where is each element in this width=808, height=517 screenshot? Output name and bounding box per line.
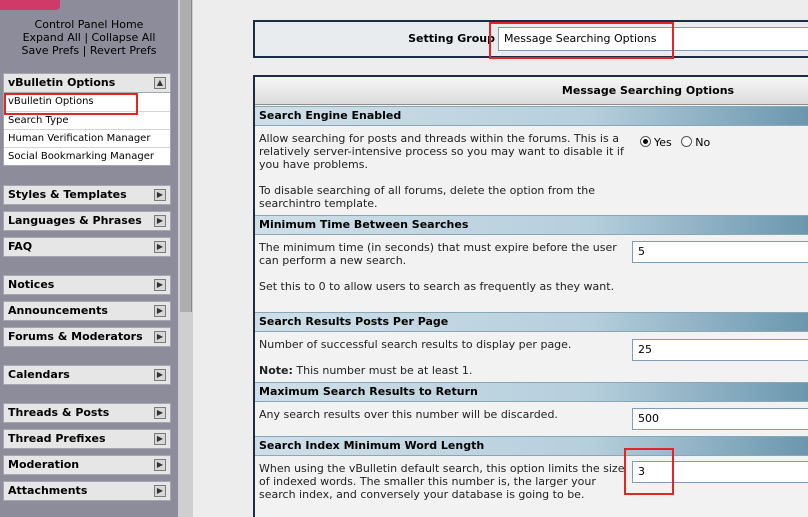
expand-arrow-icon[interactable]: ▶ [154, 241, 166, 253]
collapse-arrow-icon[interactable]: ▲ [154, 77, 166, 89]
nav-group-thread-prefixes[interactable]: Thread Prefixes ▶ [3, 429, 171, 449]
description-text: To disable searching of all forums, dele… [259, 184, 596, 210]
nav-group-title: vBulletin Options [8, 76, 116, 89]
nav-group-title: Attachments [8, 484, 88, 497]
expand-arrow-icon[interactable]: ▶ [154, 369, 166, 381]
options-table-title: Message Searching Options [255, 77, 808, 105]
results-per-page-input[interactable]: 25 [632, 339, 808, 361]
radio-yes[interactable] [640, 136, 651, 147]
nav-group-vbulletin-options[interactable]: vBulletin Options ▲ [3, 73, 171, 93]
section-description: When using the vBulletin default search,… [259, 462, 627, 501]
description-text: Allow searching for posts and threads wi… [259, 132, 624, 171]
nav-item-social-bookmarking-manager[interactable]: Social Bookmarking Manager [4, 147, 170, 165]
nav-group-threads-posts[interactable]: Threads & Posts ▶ [3, 403, 171, 423]
nav-group-title: Announcements [8, 304, 108, 317]
radio-no-label: No [695, 136, 711, 149]
link-separator: | [79, 44, 90, 57]
nav-group-title: FAQ [8, 240, 33, 253]
section-header-maximum-results: Maximum Search Results to Return [255, 382, 808, 402]
control-panel-home-link[interactable]: Control Panel Home [35, 18, 144, 31]
nav-group-title: Calendars [8, 368, 70, 381]
options-table: Message Searching Options Search Engine … [253, 75, 808, 517]
expand-arrow-icon[interactable]: ▶ [154, 459, 166, 471]
note-label: Note: [259, 364, 293, 377]
expand-arrow-icon[interactable]: ▶ [154, 407, 166, 419]
save-prefs-link[interactable]: Save Prefs [22, 44, 80, 57]
section-header-minimum-time: Minimum Time Between Searches [255, 215, 808, 235]
section-description: Any search results over this number will… [259, 408, 627, 421]
nav-group-announcements[interactable]: Announcements ▶ [3, 301, 171, 321]
section-header-search-engine-enabled: Search Engine Enabled [255, 106, 808, 126]
description-text: When using the vBulletin default search,… [259, 462, 625, 501]
expand-arrow-icon[interactable]: ▶ [154, 215, 166, 227]
radio-no[interactable] [681, 136, 693, 147]
main-content: Setting Group Message Searching Options … [193, 0, 808, 517]
highlight-annotation [489, 22, 674, 59]
section-header-results-per-page: Search Results Posts Per Page [255, 312, 808, 332]
sidebar-scrollbar-thumb[interactable] [180, 0, 192, 312]
control-panel-sidebar: Control Panel Home Expand All | Collapse… [0, 0, 178, 517]
expand-arrow-icon[interactable]: ▶ [154, 485, 166, 497]
nav-group-notices[interactable]: Notices ▶ [3, 275, 171, 295]
section-header-minimum-word-length: Search Index Minimum Word Length [255, 436, 808, 456]
description-text: Set this to 0 to allow users to search a… [259, 280, 615, 293]
nav-group-title: Styles & Templates [8, 188, 127, 201]
nav-group-title: Forums & Moderators [8, 330, 143, 343]
nav-item-human-verification-manager[interactable]: Human Verification Manager [4, 129, 170, 147]
nav-group-title: Thread Prefixes [8, 432, 106, 445]
note-text: This number must be at least 1. [292, 364, 473, 377]
highlight-annotation [624, 448, 674, 495]
section-description: Allow searching for posts and threads wi… [259, 132, 627, 210]
description-text: The minimum time (in seconds) that must … [259, 241, 617, 267]
search-engine-radio-group: Yes No [640, 136, 716, 149]
nav-group-moderation[interactable]: Moderation ▶ [3, 455, 171, 475]
expand-arrow-icon[interactable]: ▶ [154, 279, 166, 291]
expand-all-link[interactable]: Expand All [23, 31, 81, 44]
nav-group-title: Languages & Phrases [8, 214, 142, 227]
revert-prefs-link[interactable]: Revert Prefs [90, 44, 157, 57]
nav-group-attachments[interactable]: Attachments ▶ [3, 481, 171, 501]
description-text: Number of successful search results to d… [259, 338, 572, 351]
nav-group-title: Notices [8, 278, 55, 291]
nav-group-title: Moderation [8, 458, 80, 471]
expand-arrow-icon[interactable]: ▶ [154, 305, 166, 317]
nav-group-title: Threads & Posts [8, 406, 110, 419]
link-separator: | [80, 31, 92, 44]
nav-group-calendars[interactable]: Calendars ▶ [3, 365, 171, 385]
nav-group-forums-moderators[interactable]: Forums & Moderators ▶ [3, 327, 171, 347]
radio-yes-label: Yes [654, 136, 672, 149]
collapse-all-link[interactable]: Collapse All [92, 31, 156, 44]
maximum-results-input[interactable]: 500 [632, 408, 808, 430]
minimum-time-input[interactable]: 5 [632, 241, 808, 263]
expand-arrow-icon[interactable]: ▶ [154, 331, 166, 343]
logo [0, 0, 60, 10]
nav-group-languages-phrases[interactable]: Languages & Phrases ▶ [3, 211, 171, 231]
nav-group-faq[interactable]: FAQ ▶ [3, 237, 171, 257]
setting-group-label: Setting Group [408, 32, 495, 45]
section-description: The minimum time (in seconds) that must … [259, 241, 627, 293]
section-description: Number of successful search results to d… [259, 338, 627, 377]
nav-group-styles-templates[interactable]: Styles & Templates ▶ [3, 185, 171, 205]
description-text: Any search results over this number will… [259, 408, 558, 421]
expand-arrow-icon[interactable]: ▶ [154, 433, 166, 445]
control-panel-links: Control Panel Home Expand All | Collapse… [0, 18, 178, 57]
highlight-annotation [4, 93, 138, 115]
expand-arrow-icon[interactable]: ▶ [154, 189, 166, 201]
